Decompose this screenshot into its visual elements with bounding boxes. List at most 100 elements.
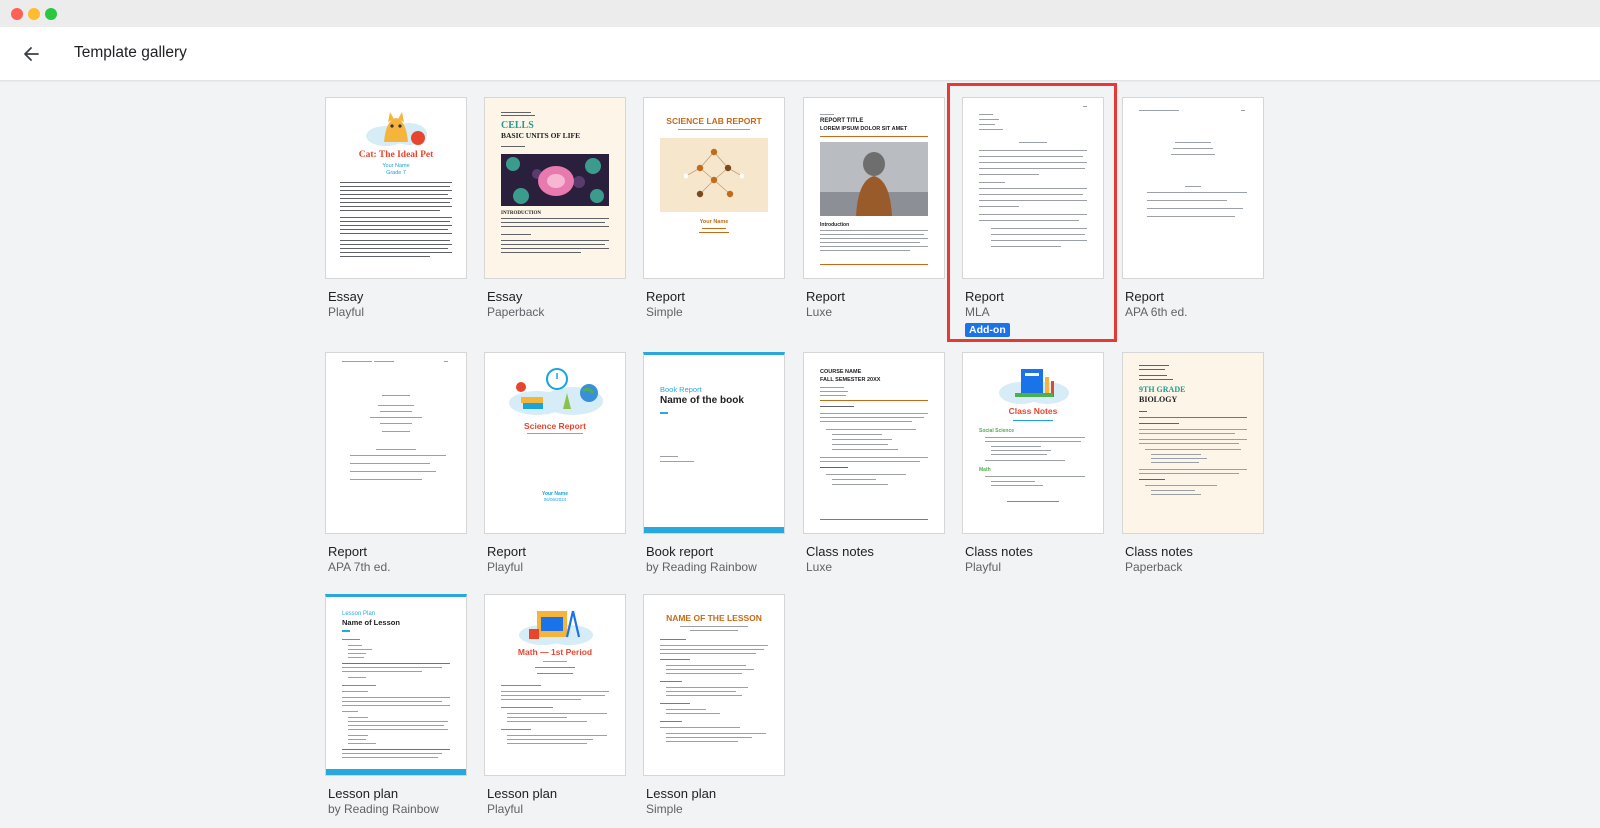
template-title: Lesson plan: [487, 786, 558, 801]
template-title: Class notes: [965, 544, 1033, 559]
thumb-heading: FALL SEMESTER 20XX: [820, 377, 881, 383]
template-subtitle: by Reading Rainbow: [646, 560, 757, 574]
template-thumbnail: [962, 97, 1104, 279]
template-thumbnail: COURSE NAME FALL SEMESTER 20XX: [803, 352, 945, 534]
thumb-heading: LOREM IPSUM DOLOR SIT AMET: [820, 126, 908, 132]
template-card[interactable]: Science Report Your Name 06/06/2024 Repo…: [484, 352, 626, 575]
thumb-heading: CELLS: [501, 120, 534, 131]
template-thumbnail: SCIENCE LAB REPORT Your Name: [643, 97, 785, 279]
thumb-heading: REPORT TITLE: [820, 118, 864, 124]
template-card[interactable]: CELLS BASIC UNITS OF LIFE INTRODUCTION E…: [484, 97, 626, 320]
template-title: Lesson plan: [646, 786, 717, 801]
gallery-header: Template gallery: [0, 27, 1600, 81]
thumb-name: Your Name: [699, 219, 729, 225]
template-thumbnail: Lesson Plan Name of Lesson: [325, 594, 467, 776]
template-title: Report: [806, 289, 846, 304]
template-card[interactable]: Book Report Name of the book Book report…: [643, 352, 785, 575]
template-thumbnail: [325, 352, 467, 534]
thumb-line: Your Name: [382, 163, 410, 169]
template-card[interactable]: NAME OF THE LESSON Lesson plan Simple: [643, 594, 785, 817]
template-subtitle: by Reading Rainbow: [328, 802, 439, 816]
template-subtitle: MLA: [965, 305, 990, 319]
template-thumbnail: Science Report Your Name 06/06/2024: [484, 352, 626, 534]
thumb-heading: BIOLOGY: [1139, 395, 1178, 404]
template-subtitle: APA 7th ed.: [328, 560, 391, 574]
template-subtitle: Playful: [965, 560, 1002, 574]
template-subtitle: Luxe: [806, 305, 833, 319]
template-subtitle: APA 6th ed.: [1125, 305, 1188, 319]
books-illustration-icon: [999, 369, 1069, 404]
template-subtitle: Playful: [328, 305, 365, 319]
template-subtitle: Luxe: [806, 560, 833, 574]
thumb-heading: COURSE NAME: [820, 369, 862, 375]
template-card[interactable]: Cat: The Ideal Pet Your Name Grade 7 Ess…: [325, 97, 467, 320]
thumb-heading: SCIENCE LAB REPORT: [666, 116, 762, 126]
template-title: Essay: [328, 289, 364, 304]
template-subtitle: Paperback: [487, 305, 545, 319]
template-thumbnail: REPORT TITLE LOREM IPSUM DOLOR SIT AMET …: [803, 97, 945, 279]
template-thumbnail: NAME OF THE LESSON: [643, 594, 785, 776]
window-titlebar: [0, 0, 1600, 27]
template-subtitle: Simple: [646, 305, 683, 319]
template-title: Report: [965, 289, 1005, 304]
template-title: Class notes: [1125, 544, 1193, 559]
template-card[interactable]: Report APA 7th ed.: [325, 352, 467, 575]
molecule-illustration-icon: [660, 138, 768, 212]
thumb-heading: Name of Lesson: [342, 618, 400, 627]
template-card[interactable]: SCIENCE LAB REPORT Your Name Report Simp…: [643, 97, 785, 320]
thumb-heading: Class Notes: [1008, 406, 1058, 416]
template-title: Book report: [646, 544, 714, 559]
template-title: Report: [487, 544, 527, 559]
science-illustration-icon: [509, 368, 603, 415]
addon-badge: Add-on: [965, 323, 1010, 337]
template-thumbnail: Class Notes Social Science Math: [962, 352, 1104, 534]
template-subtitle: Playful: [487, 802, 524, 816]
template-thumbnail: [1122, 97, 1264, 279]
close-window-button[interactable]: [11, 8, 23, 20]
template-thumbnail: 9TH GRADE BIOLOGY: [1122, 352, 1264, 534]
arrow-left-icon: [24, 47, 39, 61]
back-button[interactable]: [15, 38, 47, 70]
template-thumbnail: Book Report Name of the book: [643, 352, 785, 534]
thumb-line: Grade 7: [386, 170, 406, 176]
template-subtitle: Paperback: [1125, 560, 1183, 574]
template-title: Essay: [487, 289, 523, 304]
template-thumbnail: Cat: The Ideal Pet Your Name Grade 7: [325, 97, 467, 279]
zoom-window-button[interactable]: [45, 8, 57, 20]
cell-illustration-icon: [501, 154, 609, 206]
template-title: Lesson plan: [328, 786, 399, 801]
minimize-window-button[interactable]: [28, 8, 40, 20]
template-card[interactable]: Report APA 6th ed.: [1122, 97, 1264, 320]
thumb-heading: BASIC UNITS OF LIFE: [501, 131, 581, 140]
thumb-label: Lesson Plan: [342, 611, 376, 617]
thumb-section: Introduction: [820, 222, 850, 228]
template-card[interactable]: REPORT TITLE LOREM IPSUM DOLOR SIT AMET …: [803, 97, 945, 320]
template-subtitle: Simple: [646, 802, 683, 816]
template-card[interactable]: Report MLA Add-on: [962, 97, 1104, 338]
thumb-heading: 9TH GRADE: [1139, 385, 1186, 394]
thumb-heading: NAME OF THE LESSON: [666, 613, 762, 623]
thumb-label: Book Report: [660, 385, 702, 394]
thumb-heading: Name of the book: [660, 395, 744, 406]
math-illustration-icon: [519, 610, 593, 645]
template-card[interactable]: Math — 1st Period Lesson plan Playful: [484, 594, 626, 817]
template-grid: Cat: The Ideal Pet Your Name Grade 7 Ess…: [0, 82, 1600, 828]
template-card[interactable]: Lesson Plan Name of Lesson Lesson plan b…: [325, 594, 467, 817]
cat-illustration-icon: [366, 112, 427, 146]
thumb-heading: Science Report: [524, 421, 586, 431]
template-title: Class notes: [806, 544, 874, 559]
template-card[interactable]: COURSE NAME FALL SEMESTER 20XX Class not…: [803, 352, 945, 575]
thumb-date: 06/06/2024: [543, 497, 567, 502]
template-thumbnail: CELLS BASIC UNITS OF LIFE INTRODUCTION: [484, 97, 626, 279]
thumb-heading: Cat: The Ideal Pet: [358, 150, 434, 160]
thumb-heading: Math — 1st Period: [517, 647, 593, 657]
thumb-section: Math: [979, 467, 991, 473]
template-subtitle: Playful: [487, 560, 524, 574]
template-title: Report: [646, 289, 686, 304]
page-title: Template gallery: [74, 44, 187, 61]
template-title: Report: [328, 544, 368, 559]
template-card[interactable]: 9TH GRADE BIOLOGY Class notes Paperback: [1122, 352, 1264, 575]
template-card[interactable]: Class Notes Social Science Math Class no…: [962, 352, 1104, 575]
thumb-section: Social Science: [979, 428, 1015, 434]
template-title: Report: [1125, 289, 1165, 304]
